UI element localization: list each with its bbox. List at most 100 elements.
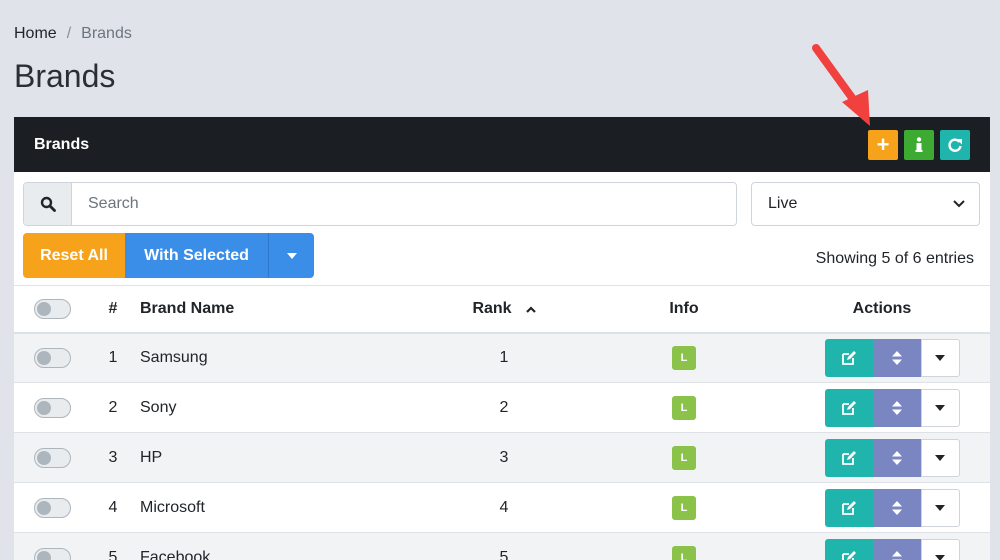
- reset-all-button[interactable]: Reset All: [23, 233, 125, 278]
- row-info-cell: L: [594, 532, 774, 560]
- entries-count: Showing 5 of 6 entries: [815, 250, 974, 267]
- row-action-group: [824, 538, 960, 560]
- info-button[interactable]: [904, 129, 934, 160]
- edit-button[interactable]: [824, 338, 873, 377]
- more-actions-button[interactable]: [920, 388, 960, 427]
- status-select[interactable]: Live: [751, 182, 980, 226]
- table-row: 5 Facebook 5 L: [14, 532, 990, 560]
- edit-button[interactable]: [824, 538, 873, 560]
- edit-icon: [841, 400, 856, 415]
- select-all-toggle[interactable]: [34, 298, 71, 319]
- header-brand-name[interactable]: Brand Name: [134, 285, 414, 334]
- header-rank[interactable]: Rank: [414, 285, 594, 334]
- language-badge: L: [672, 545, 696, 560]
- more-actions-button[interactable]: [920, 438, 960, 477]
- info-icon: [915, 136, 923, 152]
- row-select-toggle[interactable]: [34, 547, 71, 560]
- row-select-toggle[interactable]: [34, 447, 71, 468]
- row-brand-name: Microsoft: [134, 482, 414, 533]
- search-icon: [40, 196, 56, 212]
- row-action-group: [824, 388, 960, 427]
- more-actions-button[interactable]: [920, 488, 960, 527]
- table-row: 2 Sony 2 L: [14, 382, 990, 433]
- more-actions-button[interactable]: [920, 538, 960, 560]
- table-row: 1 Samsung 1 L: [14, 332, 990, 383]
- annotation-arrow-icon: [812, 44, 870, 126]
- reorder-button[interactable]: [872, 438, 921, 477]
- sort-icon: [891, 400, 902, 415]
- row-num: 5: [92, 532, 134, 560]
- row-brand-name: HP: [134, 432, 414, 483]
- edit-button[interactable]: [824, 388, 873, 427]
- table-row: 4 Microsoft 4 L: [14, 482, 990, 533]
- caret-down-icon: [935, 554, 945, 560]
- more-actions-button[interactable]: [920, 338, 960, 377]
- row-select-toggle[interactable]: [34, 497, 71, 518]
- status-select-value: Live: [768, 195, 798, 212]
- edit-icon: [841, 550, 856, 560]
- caret-down-icon: [935, 404, 945, 411]
- edit-button[interactable]: [824, 488, 873, 527]
- header-rank-label: Rank: [472, 299, 512, 317]
- breadcrumb-current: Brands: [81, 25, 132, 42]
- row-num: 1: [92, 332, 134, 383]
- header-actions: Actions: [774, 285, 990, 334]
- language-badge: L: [672, 445, 696, 470]
- edit-icon: [841, 450, 856, 465]
- edit-button[interactable]: [824, 438, 873, 477]
- chevron-down-icon: [953, 200, 965, 208]
- row-rank: 5: [414, 532, 594, 560]
- row-info-cell: L: [594, 332, 774, 383]
- table-header-row: # Brand Name Rank Info Actions: [14, 285, 990, 334]
- row-rank: 3: [414, 432, 594, 483]
- language-badge: L: [672, 345, 696, 370]
- row-num: 4: [92, 482, 134, 533]
- header-brand-name-label: Brand Name: [140, 299, 235, 317]
- row-info-cell: L: [594, 382, 774, 433]
- sort-icon: [891, 450, 902, 465]
- add-button[interactable]: +: [868, 129, 898, 160]
- sort-icon: [891, 500, 902, 515]
- row-select-toggle[interactable]: [34, 347, 71, 368]
- row-select-cell: [14, 382, 92, 433]
- search-addon: [24, 183, 72, 225]
- row-rank: 1: [414, 332, 594, 383]
- language-badge: L: [672, 395, 696, 420]
- sort-icon: [891, 550, 902, 560]
- row-select-cell: [14, 532, 92, 560]
- language-badge: L: [672, 495, 696, 520]
- page-title: Brands: [14, 58, 116, 94]
- reorder-button[interactable]: [872, 488, 921, 527]
- with-selected-button[interactable]: With Selected: [125, 233, 268, 278]
- sort-icon: [891, 350, 902, 365]
- row-action-group: [824, 338, 960, 377]
- row-info-cell: L: [594, 482, 774, 533]
- card-title: Brands: [34, 135, 90, 153]
- row-actions-cell: [774, 332, 990, 383]
- reorder-button[interactable]: [872, 338, 921, 377]
- with-selected-dropdown-button[interactable]: [268, 233, 314, 278]
- row-action-group: [824, 438, 960, 477]
- bulk-actions: Reset All With Selected: [23, 233, 314, 278]
- reorder-button[interactable]: [872, 388, 921, 427]
- row-actions-cell: [774, 482, 990, 533]
- row-select-toggle[interactable]: [34, 397, 71, 418]
- breadcrumb-home[interactable]: Home: [14, 25, 57, 42]
- row-actions-cell: [774, 432, 990, 483]
- caret-down-icon: [935, 454, 945, 461]
- row-num: 2: [92, 382, 134, 433]
- search-input[interactable]: [72, 183, 736, 225]
- edit-icon: [841, 500, 856, 515]
- refresh-button[interactable]: [940, 129, 970, 160]
- select-all-cell: [14, 285, 92, 334]
- sort-asc-icon: [525, 302, 536, 316]
- edit-icon: [841, 350, 856, 365]
- brands-card: Brands + Live Reset All With Selected Sh…: [14, 117, 990, 560]
- row-select-cell: [14, 432, 92, 483]
- header-info: Info: [594, 285, 774, 334]
- search-row: Live: [23, 182, 980, 226]
- breadcrumb-separator: /: [66, 25, 72, 42]
- caret-down-icon: [286, 252, 297, 259]
- reorder-button[interactable]: [872, 538, 921, 560]
- refresh-icon: [948, 138, 962, 152]
